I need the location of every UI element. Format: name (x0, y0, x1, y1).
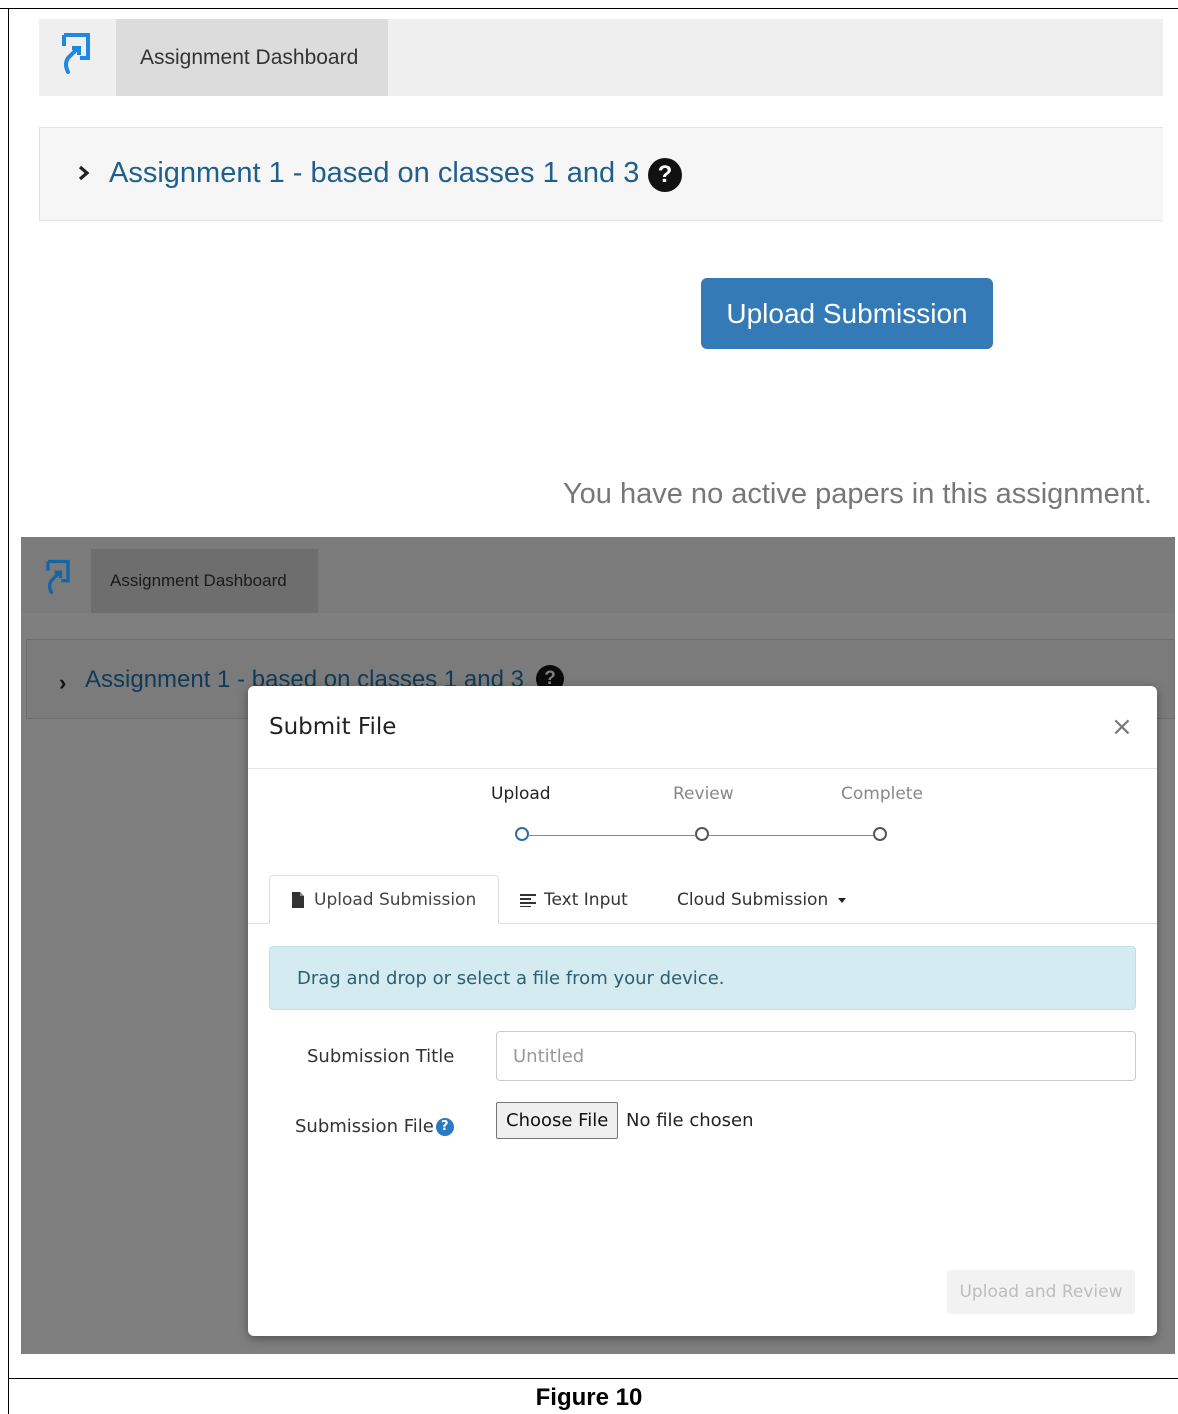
frame-caption-separator (8, 1378, 1178, 1379)
no-file-chosen-text: No file chosen (626, 1110, 754, 1131)
drag-drop-alert[interactable]: Drag and drop or select a file from your… (269, 946, 1136, 1010)
submit-file-modal: Submit File × Upload Review Complete Upl… (248, 686, 1157, 1336)
chevron-right-icon[interactable] (75, 158, 99, 188)
tab-label: Assignment Dashboard (140, 45, 359, 69)
step-upload-label: Upload (491, 784, 551, 804)
question-circle-icon[interactable]: ? (435, 1117, 454, 1136)
tab-assignment-dashboard: Assignment Dashboard (91, 549, 318, 613)
step-connector (529, 835, 695, 836)
question-circle-icon[interactable]: ? (648, 158, 682, 192)
frame-left-border (8, 8, 9, 1414)
file-label-text: Submission File (295, 1116, 434, 1137)
tab-label: Cloud Submission (677, 889, 829, 910)
tab-label: Upload Submission (314, 889, 477, 910)
close-icon[interactable]: × (1111, 714, 1133, 740)
tab-label: Text Input (544, 889, 628, 910)
empty-state-message: You have no active papers in this assign… (563, 478, 1152, 510)
step-review-node (695, 827, 709, 841)
submission-file-label: Submission File ? (295, 1116, 454, 1137)
step-review-label: Review (673, 784, 734, 804)
alert-text: Drag and drop or select a file from your… (297, 967, 725, 989)
upload-submission-button[interactable]: Upload Submission (701, 278, 993, 349)
assignment-title[interactable]: Assignment 1 - based on classes 1 and 3 (109, 157, 639, 190)
turnitin-logo-icon (46, 559, 70, 594)
figure-caption: Figure 10 (535, 1384, 643, 1411)
step-upload-node (515, 827, 529, 841)
align-left-icon (520, 893, 536, 907)
submission-title-input[interactable] (496, 1031, 1136, 1081)
frame-top-border (0, 8, 1178, 9)
turnitin-logo-icon[interactable] (58, 32, 94, 80)
tab-label: Assignment Dashboard (110, 571, 287, 590)
help-glyph: ? (441, 1119, 449, 1134)
upload-and-review-button[interactable]: Upload and Review (947, 1270, 1135, 1314)
submission-title-label: Submission Title (307, 1046, 455, 1067)
tab-text-input[interactable]: Text Input (520, 875, 628, 924)
file-icon (292, 891, 304, 908)
step-complete-node (873, 827, 887, 841)
step-complete-label: Complete (841, 784, 923, 804)
tab-assignment-dashboard[interactable]: Assignment Dashboard (116, 19, 388, 96)
modal-header-divider (248, 768, 1157, 769)
chevron-right-icon: › (59, 670, 67, 695)
choose-file-button[interactable]: Choose File (496, 1102, 619, 1139)
modal-title: Submit File (269, 714, 397, 740)
step-connector (709, 835, 873, 836)
help-glyph: ? (657, 161, 673, 188)
tab-upload-submission[interactable]: Upload Submission (269, 875, 499, 924)
caret-down-icon (838, 897, 847, 903)
tab-cloud-submission[interactable]: Cloud Submission (677, 875, 848, 924)
